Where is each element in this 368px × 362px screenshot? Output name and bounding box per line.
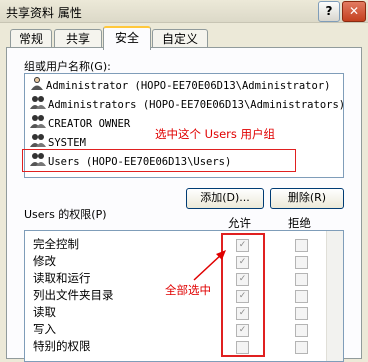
deny-checkbox[interactable] [295, 307, 308, 320]
permissions-scrollbar[interactable] [326, 231, 343, 361]
permission-row: 完全控制 [33, 237, 79, 251]
arrow-icon [193, 250, 226, 281]
deny-header: 拒绝 [288, 216, 311, 230]
tab-custom[interactable]: 自定义 [152, 29, 208, 48]
list-item[interactable]: Administrator (HOPO-EE70E06D13\Administr… [30, 76, 330, 94]
selection-highlight-box [22, 149, 296, 172]
users-label: 组或用户名称(G): [24, 60, 111, 73]
window-title: 共享资料 属性 [6, 6, 82, 20]
allow-header: 允许 [228, 216, 251, 230]
deny-checkbox[interactable] [295, 341, 308, 354]
remove-button[interactable]: 删除(R) [270, 188, 344, 209]
group-icon [30, 114, 46, 134]
tab-general[interactable]: 常规 [10, 29, 52, 48]
deny-checkbox[interactable] [295, 290, 308, 303]
permission-row: 读取和运行 [33, 271, 91, 285]
help-button[interactable]: ? [318, 1, 340, 22]
deny-checkbox[interactable] [295, 256, 308, 269]
title-bar: 共享资料 属性 ? ✕ [0, 0, 368, 23]
deny-checkbox[interactable] [295, 324, 308, 337]
list-item[interactable]: CREATOR OWNER [30, 114, 130, 132]
add-button[interactable]: 添加(D)... [186, 188, 264, 209]
deny-checkbox[interactable] [295, 273, 308, 286]
deny-checkbox[interactable] [295, 239, 308, 252]
permission-row: 修改 [33, 254, 56, 268]
tab-security[interactable]: 安全 [103, 26, 151, 50]
permission-row: 列出文件夹目录 [33, 288, 114, 302]
group-icon [30, 95, 46, 115]
tab-sharing[interactable]: 共享 [54, 29, 102, 48]
list-item[interactable]: Administrators (HOPO-EE70E06D13\Administ… [30, 95, 345, 113]
select-group-annotation: 选中这个 Users 用户组 [155, 127, 276, 141]
permission-row: 写入 [33, 322, 56, 336]
permission-row: 读取 [33, 305, 56, 319]
permission-row: 特别的权限 [33, 339, 91, 353]
check-all-annotation: 全部选中 [165, 283, 211, 297]
close-button[interactable]: ✕ [342, 1, 366, 22]
user-icon [30, 76, 44, 96]
permissions-label: Users 的权限(P) [24, 208, 107, 221]
